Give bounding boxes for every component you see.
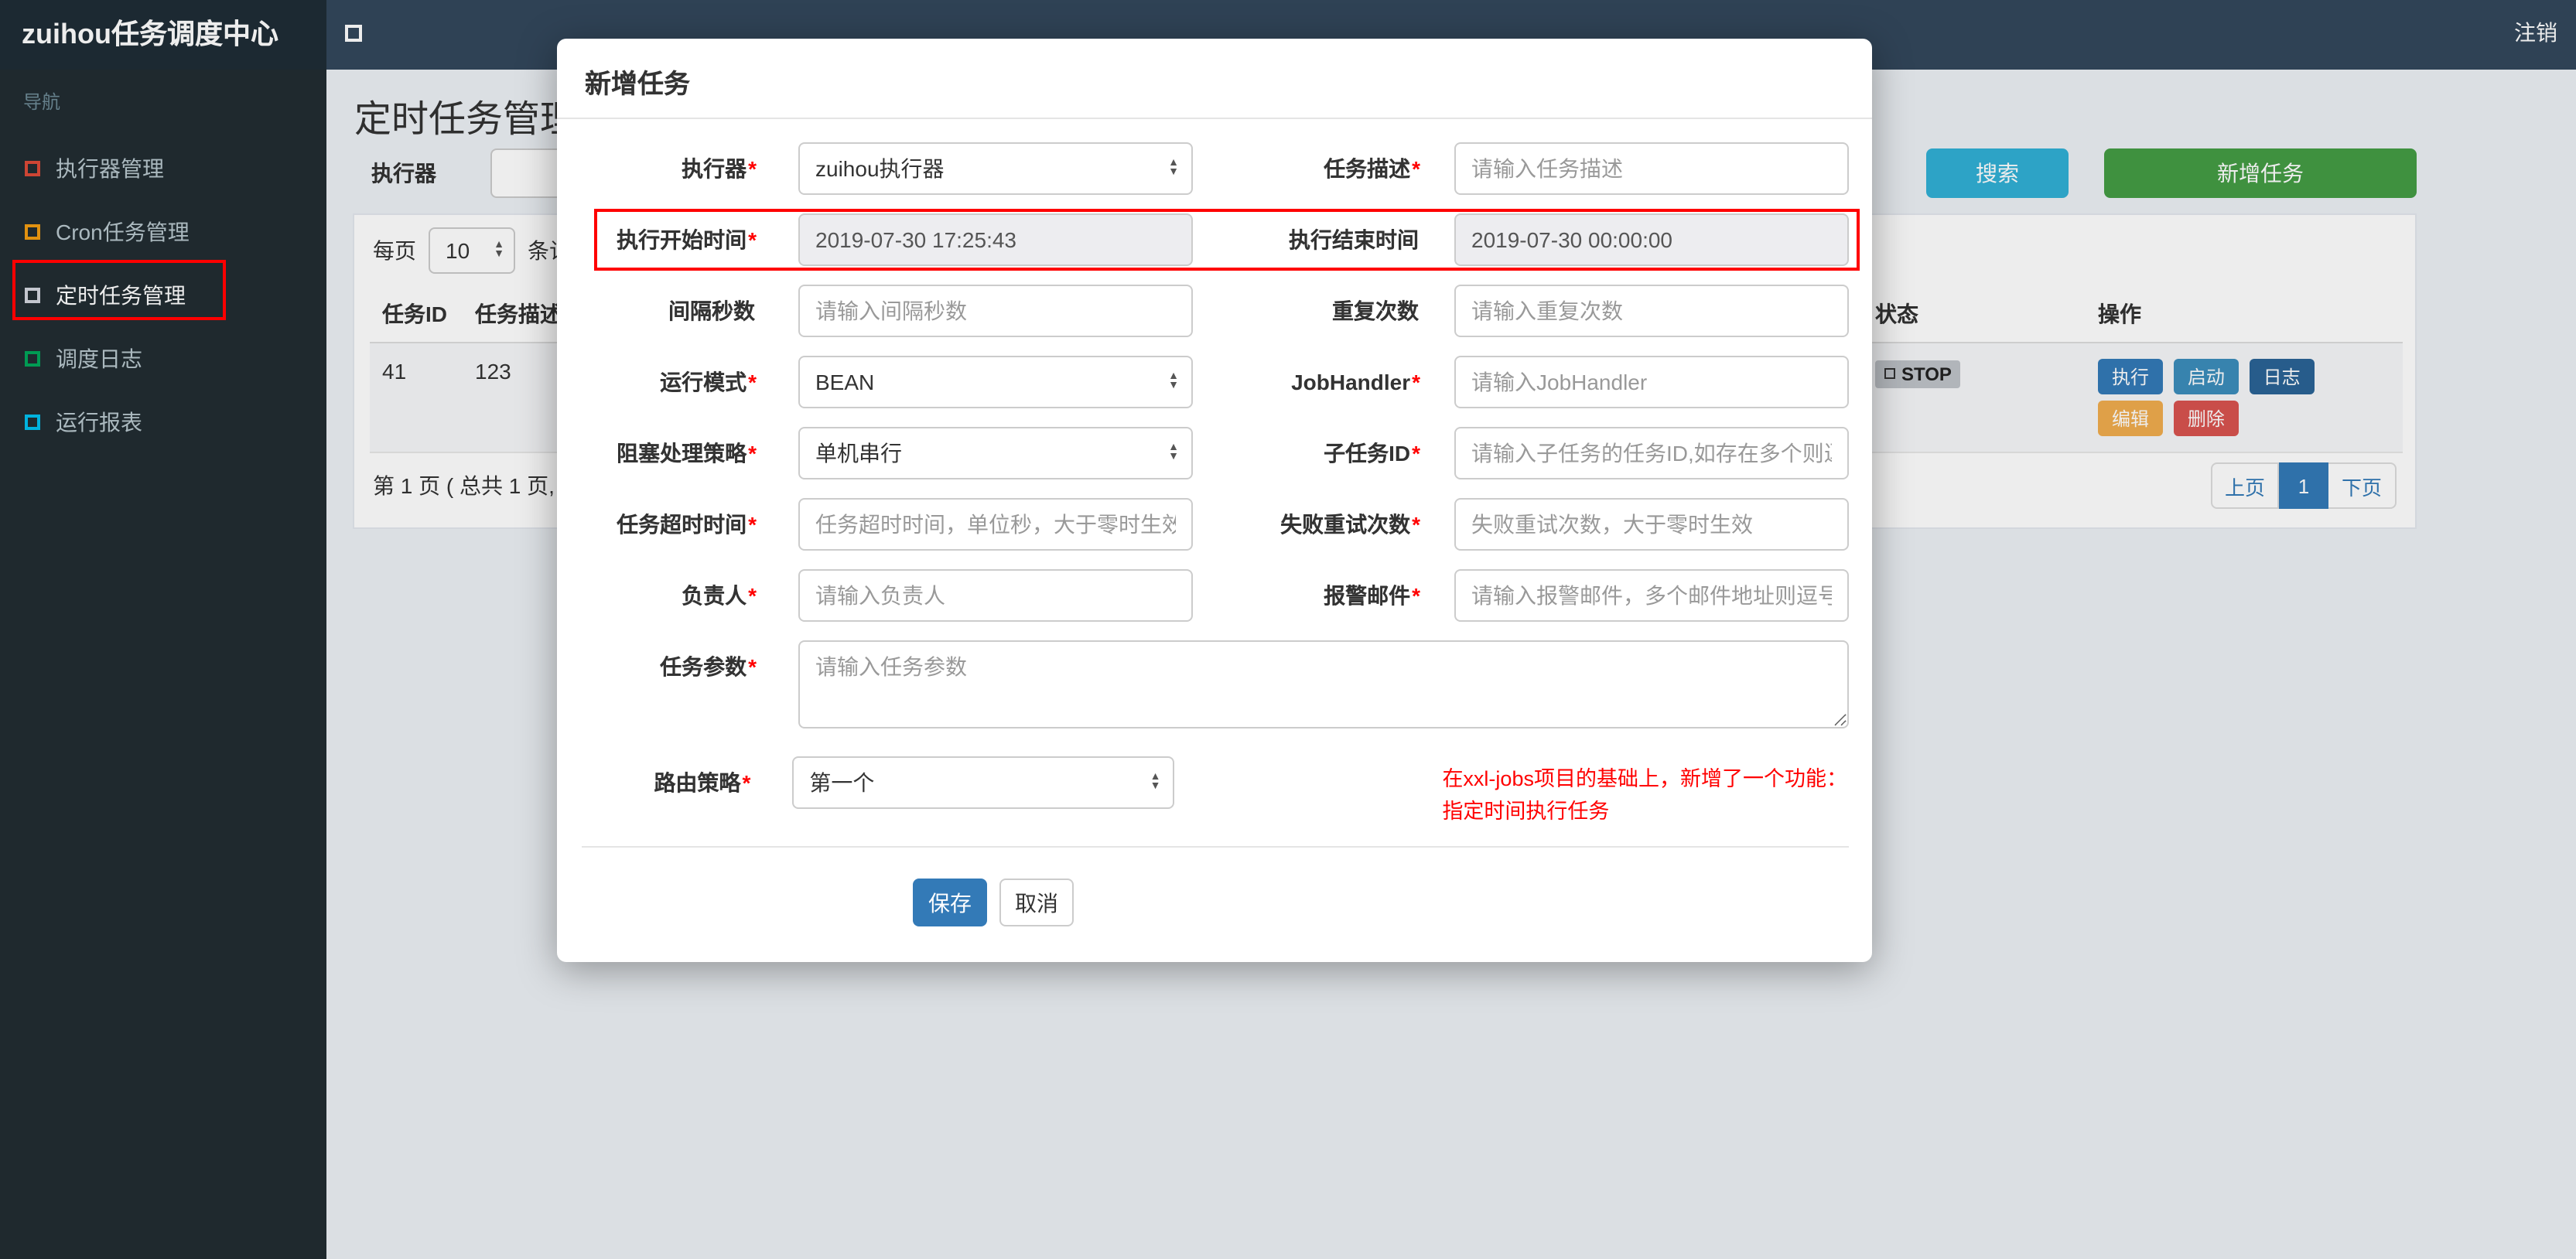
- job-param-textarea[interactable]: [798, 640, 1849, 728]
- task-desc-label: 任务描述 *: [1324, 156, 1420, 181]
- feature-note: 在xxl-jobs项目的基础上，新增了一个功能： 指定时间执行任务: [1442, 756, 1849, 827]
- run-mode-select[interactable]: BEAN: [798, 356, 1193, 408]
- alarm-email-label: 报警邮件 *: [1324, 583, 1420, 608]
- form-row: 路由策略* 第一个 在xxl-jobs项目的基础上，新增了一个功能： 指定时间执…: [582, 756, 1849, 827]
- modal-title: 新增任务: [585, 70, 690, 99]
- alarm-email-input[interactable]: [1454, 569, 1849, 622]
- owner-label: 负责人 *: [682, 583, 757, 608]
- timeout-input[interactable]: [798, 498, 1193, 551]
- start-time-input[interactable]: [798, 213, 1193, 266]
- interval-label: 间隔秒数: [668, 299, 755, 323]
- form-row: 间隔秒数 重复次数: [582, 285, 1849, 337]
- modal-divider: [582, 846, 1849, 848]
- executor-label: 执行器 *: [682, 156, 757, 181]
- fail-retry-input[interactable]: [1454, 498, 1849, 551]
- save-button[interactable]: 保存: [913, 879, 987, 926]
- jobhandler-input[interactable]: [1454, 356, 1849, 408]
- child-job-id-label: 子任务ID *: [1324, 441, 1420, 466]
- owner-input[interactable]: [798, 569, 1193, 622]
- run-mode-label: 运行模式 *: [660, 370, 757, 394]
- timeout-label: 任务超时时间 *: [617, 512, 757, 537]
- form-row: 运行模式* BEAN JobHandler*: [582, 356, 1849, 408]
- route-strategy-select-value: 第一个: [809, 770, 875, 795]
- interval-input[interactable]: [798, 285, 1193, 337]
- modal-header: 新增任务: [557, 39, 1872, 119]
- updown-arrows-icon: [1168, 444, 1179, 462]
- end-time-input[interactable]: [1454, 213, 1849, 266]
- form-row: 执行器* zuihou执行器 任务描述*: [582, 142, 1849, 195]
- run-mode-select-value: BEAN: [815, 370, 875, 394]
- modal-footer: 保存 取消: [557, 879, 1872, 926]
- form-row: 任务超时时间* 失败重试次数*: [582, 498, 1849, 551]
- executor-select[interactable]: zuihou执行器: [798, 142, 1193, 195]
- updown-arrows-icon: [1150, 773, 1161, 792]
- end-time-label: 执行结束时间: [1289, 227, 1419, 252]
- block-strategy-select[interactable]: 单机串行: [798, 427, 1193, 479]
- block-strategy-select-value: 单机串行: [815, 441, 902, 466]
- updown-arrows-icon: [1168, 373, 1179, 391]
- task-desc-input[interactable]: [1454, 142, 1849, 195]
- repeat-count-label: 重复次数: [1332, 299, 1419, 323]
- fail-retry-label: 失败重试次数 *: [1280, 512, 1420, 537]
- form-row: 负责人* 报警邮件*: [582, 569, 1849, 622]
- job-param-label: 任务参数 *: [660, 654, 757, 679]
- repeat-count-input[interactable]: [1454, 285, 1849, 337]
- form-row: 阻塞处理策略* 单机串行 子任务ID*: [582, 427, 1849, 479]
- executor-select-value: zuihou执行器: [815, 156, 945, 181]
- form-row: 任务参数 *: [582, 640, 1849, 728]
- updown-arrows-icon: [1168, 159, 1179, 178]
- feature-note-line2: 指定时间执行任务: [1442, 800, 1610, 823]
- start-time-label: 执行开始时间 *: [617, 227, 757, 252]
- route-strategy-label: 路由策略 *: [654, 770, 751, 795]
- route-strategy-select[interactable]: 第一个: [792, 756, 1175, 809]
- form-row-time: 执行开始时间* 执行结束时间: [582, 213, 1849, 266]
- modal-body: 执行器* zuihou执行器 任务描述* 执行开始时间* 执行结束时间 间隔秒数…: [557, 119, 1872, 827]
- block-strategy-label: 阻塞处理策略 *: [617, 441, 757, 466]
- cancel-button[interactable]: 取消: [999, 879, 1074, 926]
- feature-note-line1: 在xxl-jobs项目的基础上，新增了一个功能：: [1442, 767, 1847, 790]
- child-job-id-input[interactable]: [1454, 427, 1849, 479]
- jobhandler-label: JobHandler *: [1291, 370, 1420, 394]
- add-task-modal: 新增任务 执行器* zuihou执行器 任务描述* 执行开始时间* 执行结束时间…: [557, 39, 1872, 962]
